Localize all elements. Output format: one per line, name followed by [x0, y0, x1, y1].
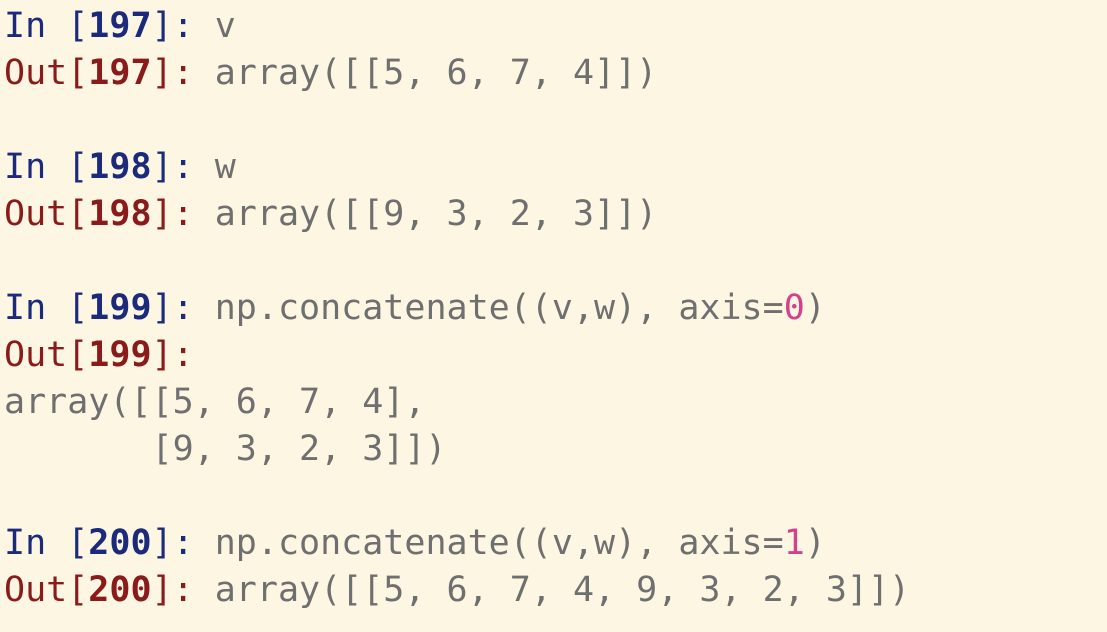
out-prompt-close: ]: [151, 335, 194, 375]
in-prompt-label: In [ [4, 147, 89, 187]
input-line-199[interactable]: In [199]: np.concatenate((v,w), axis=0) [4, 285, 1107, 332]
out-prompt-number: 199 [88, 335, 152, 375]
in-prompt-label: In [ [4, 6, 89, 46]
output-value: array([[5, 6, 7, 4], [4, 382, 426, 422]
out-prompt-close: ]: [151, 53, 215, 93]
input-code: w [214, 147, 236, 187]
output-value: [9, 3, 2, 3]]) [4, 429, 447, 469]
in-prompt-number: 198 [88, 147, 152, 187]
out-prompt-close: ]: [151, 570, 215, 610]
in-prompt-close: ]: [151, 147, 215, 187]
input-code: v [214, 6, 236, 46]
output-value-line: [9, 3, 2, 3]]) [4, 426, 1107, 473]
out-prompt-close: ]: [151, 194, 215, 234]
out-prompt-label: Out[ [4, 194, 89, 234]
input-literal: 0 [783, 288, 805, 328]
out-prompt-number: 200 [88, 570, 152, 610]
input-code-tail: ) [804, 288, 826, 328]
in-prompt-label: In [ [4, 523, 89, 563]
in-prompt-number: 199 [88, 288, 152, 328]
input-code-tail: ) [804, 523, 826, 563]
output-line-197: Out[197]: array([[5, 6, 7, 4]]) [4, 50, 1107, 97]
output-value: array([[5, 6, 7, 4, 9, 3, 2, 3]]) [214, 570, 911, 610]
in-prompt-number: 197 [88, 6, 152, 46]
input-literal: 1 [783, 523, 805, 563]
output-line-199: Out[199]: [4, 332, 1107, 379]
input-line-197[interactable]: In [197]: v [4, 3, 1107, 50]
out-prompt-number: 198 [88, 194, 152, 234]
input-code: np.concatenate((v,w), axis= [214, 288, 784, 328]
in-prompt-close: ]: [151, 6, 215, 46]
in-prompt-label: In [ [4, 288, 89, 328]
in-prompt-number: 200 [88, 523, 152, 563]
input-code: np.concatenate((v,w), axis= [214, 523, 784, 563]
output-value: array([[5, 6, 7, 4]]) [214, 53, 658, 93]
input-line-198[interactable]: In [198]: w [4, 144, 1107, 191]
output-line-198: Out[198]: array([[9, 3, 2, 3]]) [4, 191, 1107, 238]
input-line-200[interactable]: In [200]: np.concatenate((v,w), axis=1) [4, 520, 1107, 567]
output-line-200: Out[200]: array([[5, 6, 7, 4, 9, 3, 2, 3… [4, 567, 1107, 614]
out-prompt-label: Out[ [4, 570, 89, 610]
output-value: array([[9, 3, 2, 3]]) [214, 194, 658, 234]
out-prompt-label: Out[ [4, 53, 89, 93]
output-value-line: array([[5, 6, 7, 4], [4, 379, 1107, 426]
out-prompt-number: 197 [88, 53, 152, 93]
out-prompt-label: Out[ [4, 335, 89, 375]
in-prompt-close: ]: [151, 523, 215, 563]
in-prompt-close: ]: [151, 288, 215, 328]
ipython-console: In [197]: v Out[197]: array([[5, 6, 7, 4… [0, 0, 1107, 632]
